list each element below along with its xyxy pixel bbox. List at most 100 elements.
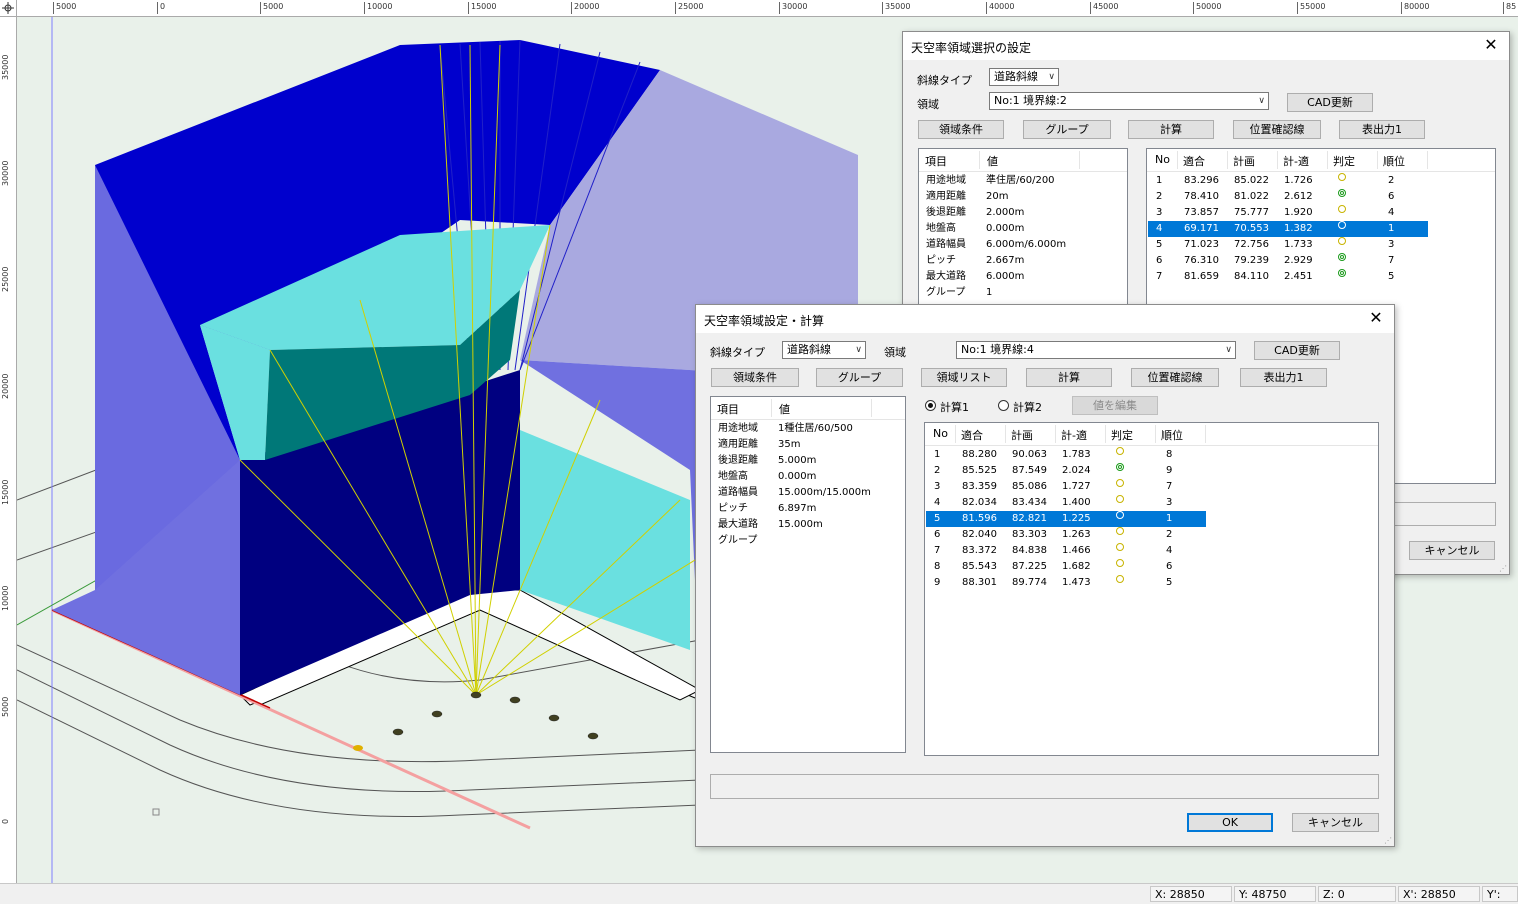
cad-update-button[interactable]: CAD更新 — [1287, 93, 1373, 112]
table-output-button[interactable]: 表出力1 — [1339, 120, 1425, 139]
table-cell: 84.110 — [1234, 271, 1269, 282]
ruler-top-tick: 5000 — [260, 2, 283, 14]
sky-factor-calculation-dialog[interactable]: 天空率領域設定・計算 ✕ 斜線タイプ 道路斜線 ∨ 領域 No:1 境界線:4 ∨ … — [695, 304, 1395, 847]
property-value: 6.000m/6.000m — [986, 239, 1067, 250]
ruler-top-tick: 50000 — [1193, 2, 1221, 14]
double-circle-icon — [1338, 253, 1346, 261]
ok-button[interactable]: OK — [1187, 813, 1273, 832]
list-item[interactable]: 道路幅員 6.000m/6.000m — [920, 237, 1120, 253]
resize-grip-icon[interactable]: ⋰ — [1384, 836, 1392, 845]
table-row[interactable]: 6 76.310 79.239 2.929 7 — [1148, 253, 1428, 269]
group-button[interactable]: グループ — [1023, 120, 1111, 139]
calc2-label: 計算2 — [1013, 401, 1042, 414]
list-item[interactable]: 後退距離 2.000m — [920, 205, 1120, 221]
table-cell: 81.022 — [1234, 191, 1269, 202]
table-row[interactable]: 5 81.596 82.821 1.225 1 — [926, 511, 1206, 527]
table-cell: 76.310 — [1184, 255, 1219, 266]
edit-values-button[interactable]: 値を編集 — [1072, 396, 1158, 415]
list-item[interactable]: 用途地域 1種住居/60/500 — [712, 421, 902, 437]
table-cell: 8 — [934, 561, 941, 572]
header-item: 項目 — [717, 403, 739, 416]
list-item[interactable]: グループ — [712, 533, 902, 549]
header-separator — [1155, 425, 1156, 443]
table-row[interactable]: 9 88.301 89.774 1.473 5 — [926, 575, 1206, 591]
line-type-select[interactable]: 道路斜線 ∨ — [782, 341, 866, 359]
table-row[interactable]: 7 81.659 84.110 2.451 5 — [1148, 269, 1428, 285]
dialog-titlebar[interactable]: 天空率領域選択の設定 ✕ — [903, 32, 1509, 60]
cancel-button[interactable]: キャンセル — [1292, 813, 1379, 832]
calc2-radio[interactable] — [998, 400, 1009, 411]
circle-icon — [1116, 479, 1124, 487]
area-conditions-button[interactable]: 領域条件 — [711, 368, 799, 387]
list-item[interactable]: ピッチ 6.897m — [712, 501, 902, 517]
results-list-header: No 適合 計画 計-適 判定 順位 — [925, 423, 1378, 446]
table-output-button[interactable]: 表出力1 — [1240, 368, 1327, 387]
table-row[interactable]: 8 85.543 87.225 1.682 6 — [926, 559, 1206, 575]
table-cell: 4 — [934, 497, 941, 508]
circle-icon — [1338, 173, 1346, 181]
table-cell: 75.777 — [1234, 207, 1269, 218]
cancel-button[interactable]: キャンセル — [1409, 541, 1495, 560]
table-cell: 7 — [1388, 255, 1395, 266]
table-row[interactable]: 4 69.171 70.553 1.382 1 — [1148, 221, 1428, 237]
list-item[interactable]: 最大道路 6.000m — [920, 269, 1120, 285]
table-row[interactable]: 3 83.359 85.086 1.727 7 — [926, 479, 1206, 495]
header-separator — [1005, 425, 1006, 443]
calculate-button[interactable]: 計算 — [1128, 120, 1214, 139]
property-value: 15.000m/15.000m — [778, 487, 871, 498]
resize-grip-icon[interactable]: ⋰ — [1499, 564, 1507, 573]
cad-update-button[interactable]: CAD更新 — [1254, 341, 1340, 360]
list-item[interactable]: 適用距離 35m — [712, 437, 902, 453]
table-cell: 2 — [1156, 191, 1163, 202]
close-icon[interactable]: ✕ — [1366, 308, 1386, 327]
property-name: ピッチ — [718, 503, 748, 514]
message-field — [1392, 502, 1496, 526]
table-row[interactable]: 2 78.410 81.022 2.612 6 — [1148, 189, 1428, 205]
table-cell: 69.171 — [1184, 223, 1219, 234]
close-icon[interactable]: ✕ — [1481, 35, 1501, 54]
area-select[interactable]: No:1 境界線:2 ∨ — [989, 92, 1269, 110]
list-item[interactable]: 適用距離 20m — [920, 189, 1120, 205]
table-cell: 7 — [1156, 271, 1163, 282]
list-item[interactable]: 道路幅員 15.000m/15.000m — [712, 485, 902, 501]
property-name: ピッチ — [926, 255, 956, 266]
ruler-top-tick: 40000 — [986, 2, 1014, 14]
dialog-title: 天空率領域設定・計算 — [704, 314, 825, 328]
results-list[interactable]: No 適合 計画 計-適 判定 順位 1 88.280 90.063 1.783 8 2 8… — [924, 422, 1379, 756]
area-select[interactable]: No:1 境界線:4 ∨ — [956, 341, 1236, 359]
ruler-top: 5000 0 5000 10000 15000 20000 25000 3000… — [0, 0, 1518, 17]
list-item[interactable]: 最大道路 15.000m — [712, 517, 902, 533]
table-row[interactable]: 3 73.857 75.777 1.920 4 — [1148, 205, 1428, 221]
table-row[interactable]: 5 71.023 72.756 1.733 3 — [1148, 237, 1428, 253]
area-conditions-button[interactable]: 領域条件 — [918, 120, 1004, 139]
table-cell: 1.920 — [1284, 207, 1313, 218]
table-cell: 82.821 — [1012, 513, 1047, 524]
list-item[interactable]: ピッチ 2.667m — [920, 253, 1120, 269]
table-row[interactable]: 1 83.296 85.022 1.726 2 — [1148, 173, 1428, 189]
calculate-button[interactable]: 計算 — [1026, 368, 1112, 387]
list-item[interactable]: グループ 1 — [920, 285, 1120, 301]
table-row[interactable]: 7 83.372 84.838 1.466 4 — [926, 543, 1206, 559]
table-cell: 1.382 — [1284, 223, 1313, 234]
table-cell: 1.225 — [1062, 513, 1091, 524]
calc1-radio[interactable] — [925, 400, 936, 411]
table-row[interactable]: 6 82.040 83.303 1.263 2 — [926, 527, 1206, 543]
table-cell: 83.372 — [962, 545, 997, 556]
position-check-button[interactable]: 位置確認線 — [1131, 368, 1219, 387]
table-row[interactable]: 4 82.034 83.434 1.400 3 — [926, 495, 1206, 511]
group-button[interactable]: グループ — [816, 368, 903, 387]
property-value: 準住居/60/200 — [986, 175, 1055, 186]
dialog-titlebar[interactable]: 天空率領域設定・計算 ✕ — [696, 305, 1394, 333]
chevron-down-icon: ∨ — [1225, 345, 1232, 355]
position-check-button[interactable]: 位置確認線 — [1233, 120, 1321, 139]
line-type-select[interactable]: 道路斜線 ∨ — [989, 68, 1059, 86]
list-item[interactable]: 用途地域 準住居/60/200 — [920, 173, 1120, 189]
property-list[interactable]: 項目 値 用途地域 1種住居/60/500 適用距離 35m 後退距離 5.000m … — [710, 396, 906, 753]
list-item[interactable]: 地盤高 0.000m — [712, 469, 902, 485]
table-row[interactable]: 2 85.525 87.549 2.024 9 — [926, 463, 1206, 479]
list-item[interactable]: 後退距離 5.000m — [712, 453, 902, 469]
area-list-button[interactable]: 領域リスト — [921, 368, 1007, 387]
list-item[interactable]: 地盤高 0.000m — [920, 221, 1120, 237]
table-row[interactable]: 1 88.280 90.063 1.783 8 — [926, 447, 1206, 463]
property-list[interactable]: 項目 値 用途地域 準住居/60/200 適用距離 20m 後退距離 2.000m 地… — [918, 148, 1128, 318]
